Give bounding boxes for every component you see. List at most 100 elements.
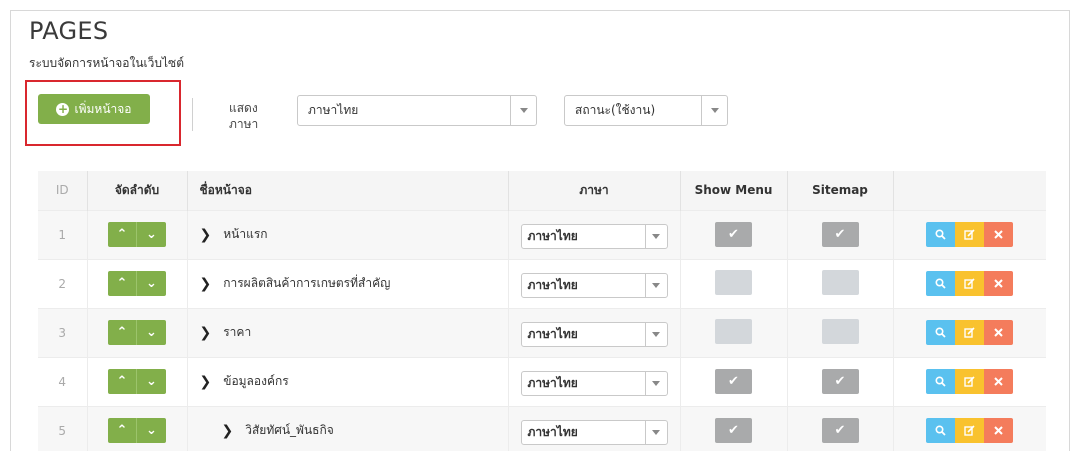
table-row: 2 ⌃ ⌄ ❯ การผลิตสินค้าการเกษตรที่สำคัญ ภา…	[38, 258, 1046, 308]
status-filter-select[interactable]: สถานะ(ใช้งาน)	[564, 95, 728, 126]
show-menu-toggle[interactable]: ✔	[715, 369, 752, 394]
page-name-link[interactable]: ❯ ราคา	[188, 323, 508, 342]
row-language-select[interactable]: ภาษาไทย	[520, 370, 668, 396]
sitemap-toggle[interactable]: ✔	[821, 369, 859, 394]
chevron-right-icon: ❯	[199, 373, 212, 390]
language-filter-value: ภาษาไทย	[308, 103, 359, 117]
row-language-select[interactable]: ภาษาไทย	[520, 321, 668, 347]
page-name-link[interactable]: ❯ ข้อมูลองค์กร	[188, 372, 508, 391]
move-down-button[interactable]: ⌄	[137, 418, 166, 444]
language-cell: ภาษาไทย	[508, 307, 681, 357]
row-actions	[926, 320, 1014, 345]
view-button[interactable]	[926, 369, 956, 394]
chevron-down-icon	[644, 322, 667, 346]
column-header-name: ชื่อหน้าจอ	[187, 171, 509, 210]
chevron-right-icon: ❯	[199, 275, 212, 292]
move-up-button[interactable]: ⌃	[108, 320, 137, 345]
chevron-down-icon	[701, 96, 727, 125]
sitemap-toggle[interactable]: ✔	[821, 222, 859, 247]
show-menu-toggle[interactable]	[715, 318, 752, 344]
table-row: 3 ⌃ ⌄ ❯ ราคา ภาษาไทย	[38, 307, 1046, 357]
chevron-up-icon: ⌃	[116, 325, 128, 340]
move-down-button[interactable]: ⌄	[137, 369, 166, 394]
edit-button[interactable]	[955, 271, 985, 296]
order-cell: ⌃ ⌄	[87, 307, 188, 357]
page-name-link[interactable]: ❯ การผลิตสินค้าการเกษตรที่สำคัญ	[188, 274, 508, 293]
edit-icon	[964, 327, 975, 338]
page-name: การผลิตสินค้าการเกษตรที่สำคัญ	[223, 276, 391, 290]
row-language-select[interactable]: ภาษาไทย	[520, 223, 668, 249]
delete-button[interactable]	[984, 418, 1014, 444]
name-cell: ❯ วิสัยทัศน์_พันธกิจ	[187, 405, 509, 451]
row-language-value: ภาษาไทย	[527, 375, 578, 390]
show-menu-toggle[interactable]: ✔	[715, 418, 752, 444]
search-icon	[935, 425, 946, 436]
chevron-down-icon	[510, 96, 536, 125]
close-icon	[994, 230, 1003, 239]
move-up-button[interactable]: ⌃	[108, 418, 137, 444]
delete-button[interactable]	[984, 369, 1014, 394]
search-icon	[935, 376, 946, 387]
delete-button[interactable]	[984, 320, 1014, 345]
sitemap-toggle[interactable]	[821, 269, 859, 295]
edit-button[interactable]	[955, 320, 985, 345]
column-header-order: จัดลำดับ	[87, 171, 188, 210]
chevron-down-icon	[644, 273, 667, 297]
view-button[interactable]	[926, 271, 956, 296]
move-up-button[interactable]: ⌃	[108, 369, 137, 394]
page-subtitle: ระบบจัดการหน้าจอในเว็บไซต์	[29, 56, 184, 70]
move-down-button[interactable]: ⌄	[137, 222, 166, 247]
show-menu-cell	[680, 258, 788, 308]
add-page-button[interactable]: + เพิ่มหน้าจอ	[38, 94, 150, 124]
toolbar-divider	[192, 98, 193, 131]
chevron-up-icon: ⌃	[116, 374, 128, 389]
page-name-link[interactable]: ❯ หน้าแรก	[188, 225, 508, 244]
actions-cell	[893, 307, 1046, 357]
row-language-select[interactable]: ภาษาไทย	[520, 419, 668, 445]
row-language-value: ภาษาไทย	[527, 228, 578, 243]
order-buttons: ⌃ ⌄	[108, 320, 166, 345]
chevron-down-icon: ⌄	[146, 374, 157, 389]
check-icon: ✔	[728, 227, 739, 242]
view-button[interactable]	[926, 222, 956, 247]
search-icon	[935, 229, 946, 240]
row-actions	[926, 369, 1014, 394]
language-filter-select[interactable]: ภาษาไทย	[297, 95, 537, 126]
sitemap-cell: ✔	[787, 356, 894, 406]
move-up-button[interactable]: ⌃	[108, 271, 137, 296]
chevron-right-icon: ❯	[199, 324, 212, 341]
page-name-link[interactable]: ❯ วิสัยทัศน์_พันธกิจ	[188, 421, 508, 440]
name-cell: ❯ หน้าแรก	[187, 209, 509, 259]
move-down-button[interactable]: ⌄	[137, 320, 166, 345]
view-button[interactable]	[926, 418, 956, 444]
close-icon	[994, 328, 1003, 337]
check-icon: ✔	[834, 227, 846, 242]
delete-button[interactable]	[984, 271, 1014, 296]
show-menu-toggle[interactable]	[715, 269, 752, 295]
move-down-button[interactable]: ⌄	[137, 271, 166, 296]
edit-button[interactable]	[955, 369, 985, 394]
chevron-up-icon: ⌃	[116, 227, 128, 242]
view-button[interactable]	[926, 320, 956, 345]
sitemap-toggle[interactable]	[821, 318, 859, 344]
edit-icon	[964, 376, 975, 387]
chevron-down-icon: ⌄	[146, 325, 157, 340]
sitemap-cell	[787, 307, 894, 357]
edit-button[interactable]	[955, 418, 985, 444]
chevron-down-icon: ⌄	[146, 423, 157, 439]
row-language-select[interactable]: ภาษาไทย	[520, 272, 668, 298]
edit-button[interactable]	[955, 222, 985, 247]
delete-button[interactable]	[984, 222, 1014, 247]
show-menu-toggle[interactable]: ✔	[715, 222, 752, 247]
pages-table: ID จัดลำดับ ชื่อหน้าจอ ภาษา Show Menu Si…	[38, 171, 1046, 451]
sitemap-cell: ✔	[787, 405, 894, 451]
column-header-language: ภาษา	[508, 171, 681, 210]
sitemap-cell	[787, 258, 894, 308]
page-name: หน้าแรก	[223, 227, 268, 241]
close-icon	[994, 426, 1003, 435]
actions-cell	[893, 356, 1046, 406]
sitemap-toggle[interactable]: ✔	[821, 418, 859, 444]
table-row: 4 ⌃ ⌄ ❯ ข้อมูลองค์กร ภาษาไทย ✔ ✔	[38, 356, 1046, 406]
move-up-button[interactable]: ⌃	[108, 222, 137, 247]
column-header-id: ID	[38, 171, 88, 210]
